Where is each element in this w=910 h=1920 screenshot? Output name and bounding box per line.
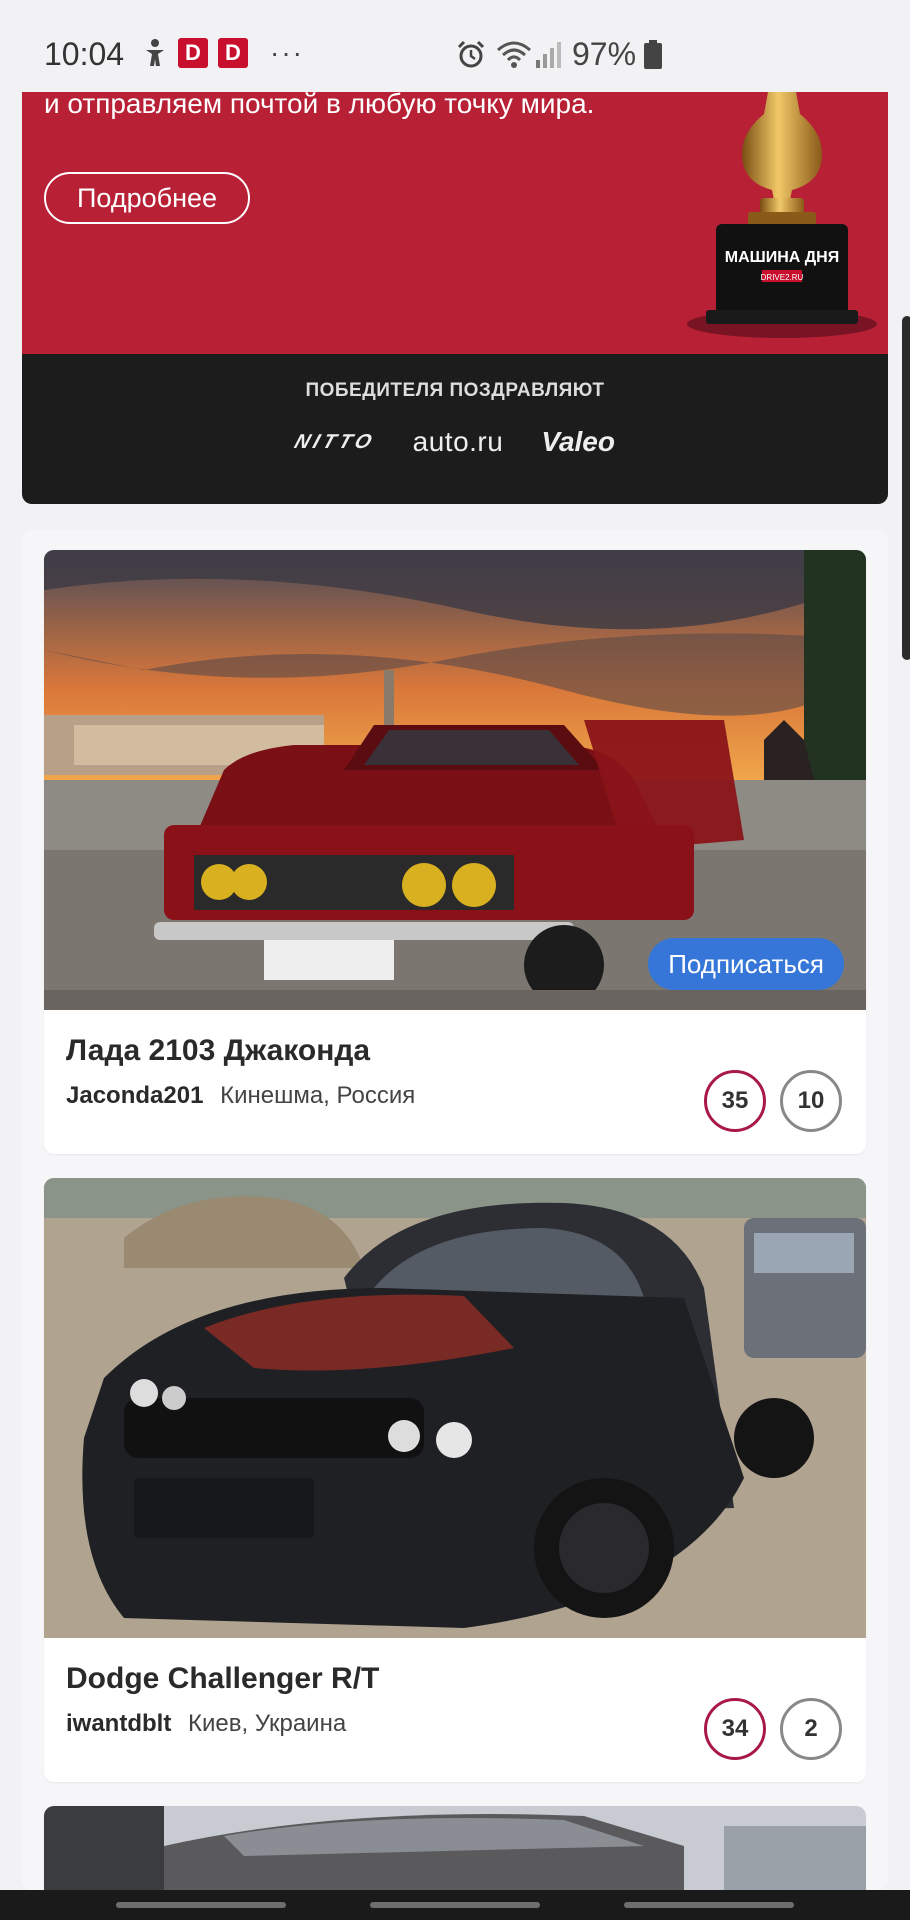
sponsor-logos: NITTO auto.ru Valeo [22,426,888,458]
comments-count-badge[interactable]: 2 [780,1698,842,1760]
car-card[interactable]: Подписаться Лада 2103 Джаконда Jaconda20… [44,550,866,1154]
more-notifications-icon: ··· [270,37,304,68]
valeo-logo: Valeo [541,426,615,457]
promo-red-panel: и отправляем почтой в любую точку мира. … [22,92,888,354]
recent-apps-button[interactable] [116,1902,286,1908]
car-card[interactable]: Dodge Challenger R/T iwantdblt Киев, Укр… [44,1178,866,1782]
wifi-icon [496,40,532,75]
likes-count-badge[interactable]: 35 [704,1070,766,1132]
owner-name[interactable]: Jaconda201 [66,1082,203,1109]
trophy-image: МАШИНА ДНЯ DRIVE2.RU [672,92,888,354]
more-button[interactable]: Подробнее [44,172,250,224]
car-meta: Jaconda201 Кинешма, Россия [66,1082,415,1110]
comments-count-badge[interactable]: 10 [780,1070,842,1132]
trophy-plaque-sub: DRIVE2.RU [761,273,804,282]
status-time: 10:04 [44,36,125,72]
congrats-label: ПОБЕДИТЕЛЯ ПОЗДРАВЛЯЮТ [305,380,605,401]
car-meta: iwantdblt Киев, Украина [66,1710,346,1738]
car-location: Киев, Украина [188,1710,347,1737]
car-location: Кинешма, Россия [220,1082,416,1109]
car-of-the-day-banner: и отправляем почтой в любую точку мира. … [22,92,888,504]
signal-icon [534,40,562,75]
drive2-notification-icon-2: D [218,38,248,68]
promo-text: и отправляем почтой в любую точку мира. [44,92,595,119]
sponsors-panel: ПОБЕДИТЕЛЯ ПОЗДРАВЛЯЮТ NITTO auto.ru Val… [22,354,888,504]
drive2-notification-icon: D [178,38,208,68]
status-bar: 10:04 D D ··· 97% [0,0,910,92]
car-title[interactable]: Лада 2103 Джаконда [66,1034,370,1068]
home-button[interactable] [370,1902,540,1908]
car-title[interactable]: Dodge Challenger R/T [66,1662,379,1696]
trophy-plaque-text: МАШИНА ДНЯ [725,249,839,266]
system-navigation-bar [0,1890,910,1920]
owner-name[interactable]: iwantdblt [66,1710,171,1737]
alarm-icon [456,40,486,75]
cars-feed: Подписаться Лада 2103 Джаконда Jaconda20… [22,530,888,1920]
status-notification-icons: D D ··· [142,38,304,68]
edge-panel-handle[interactable] [902,316,910,660]
battery-icon [644,40,662,75]
autoru-logo: auto.ru [412,426,504,457]
likes-count-badge[interactable]: 34 [704,1698,766,1760]
car-photo[interactable]: Подписаться [44,550,866,1010]
battery-percent: 97% [572,36,637,72]
car-photo[interactable] [44,1178,866,1638]
nitto-logo: NITTO [291,430,379,453]
back-button[interactable] [624,1902,794,1908]
accessibility-icon [142,38,168,68]
subscribe-button[interactable]: Подписаться [648,938,844,990]
